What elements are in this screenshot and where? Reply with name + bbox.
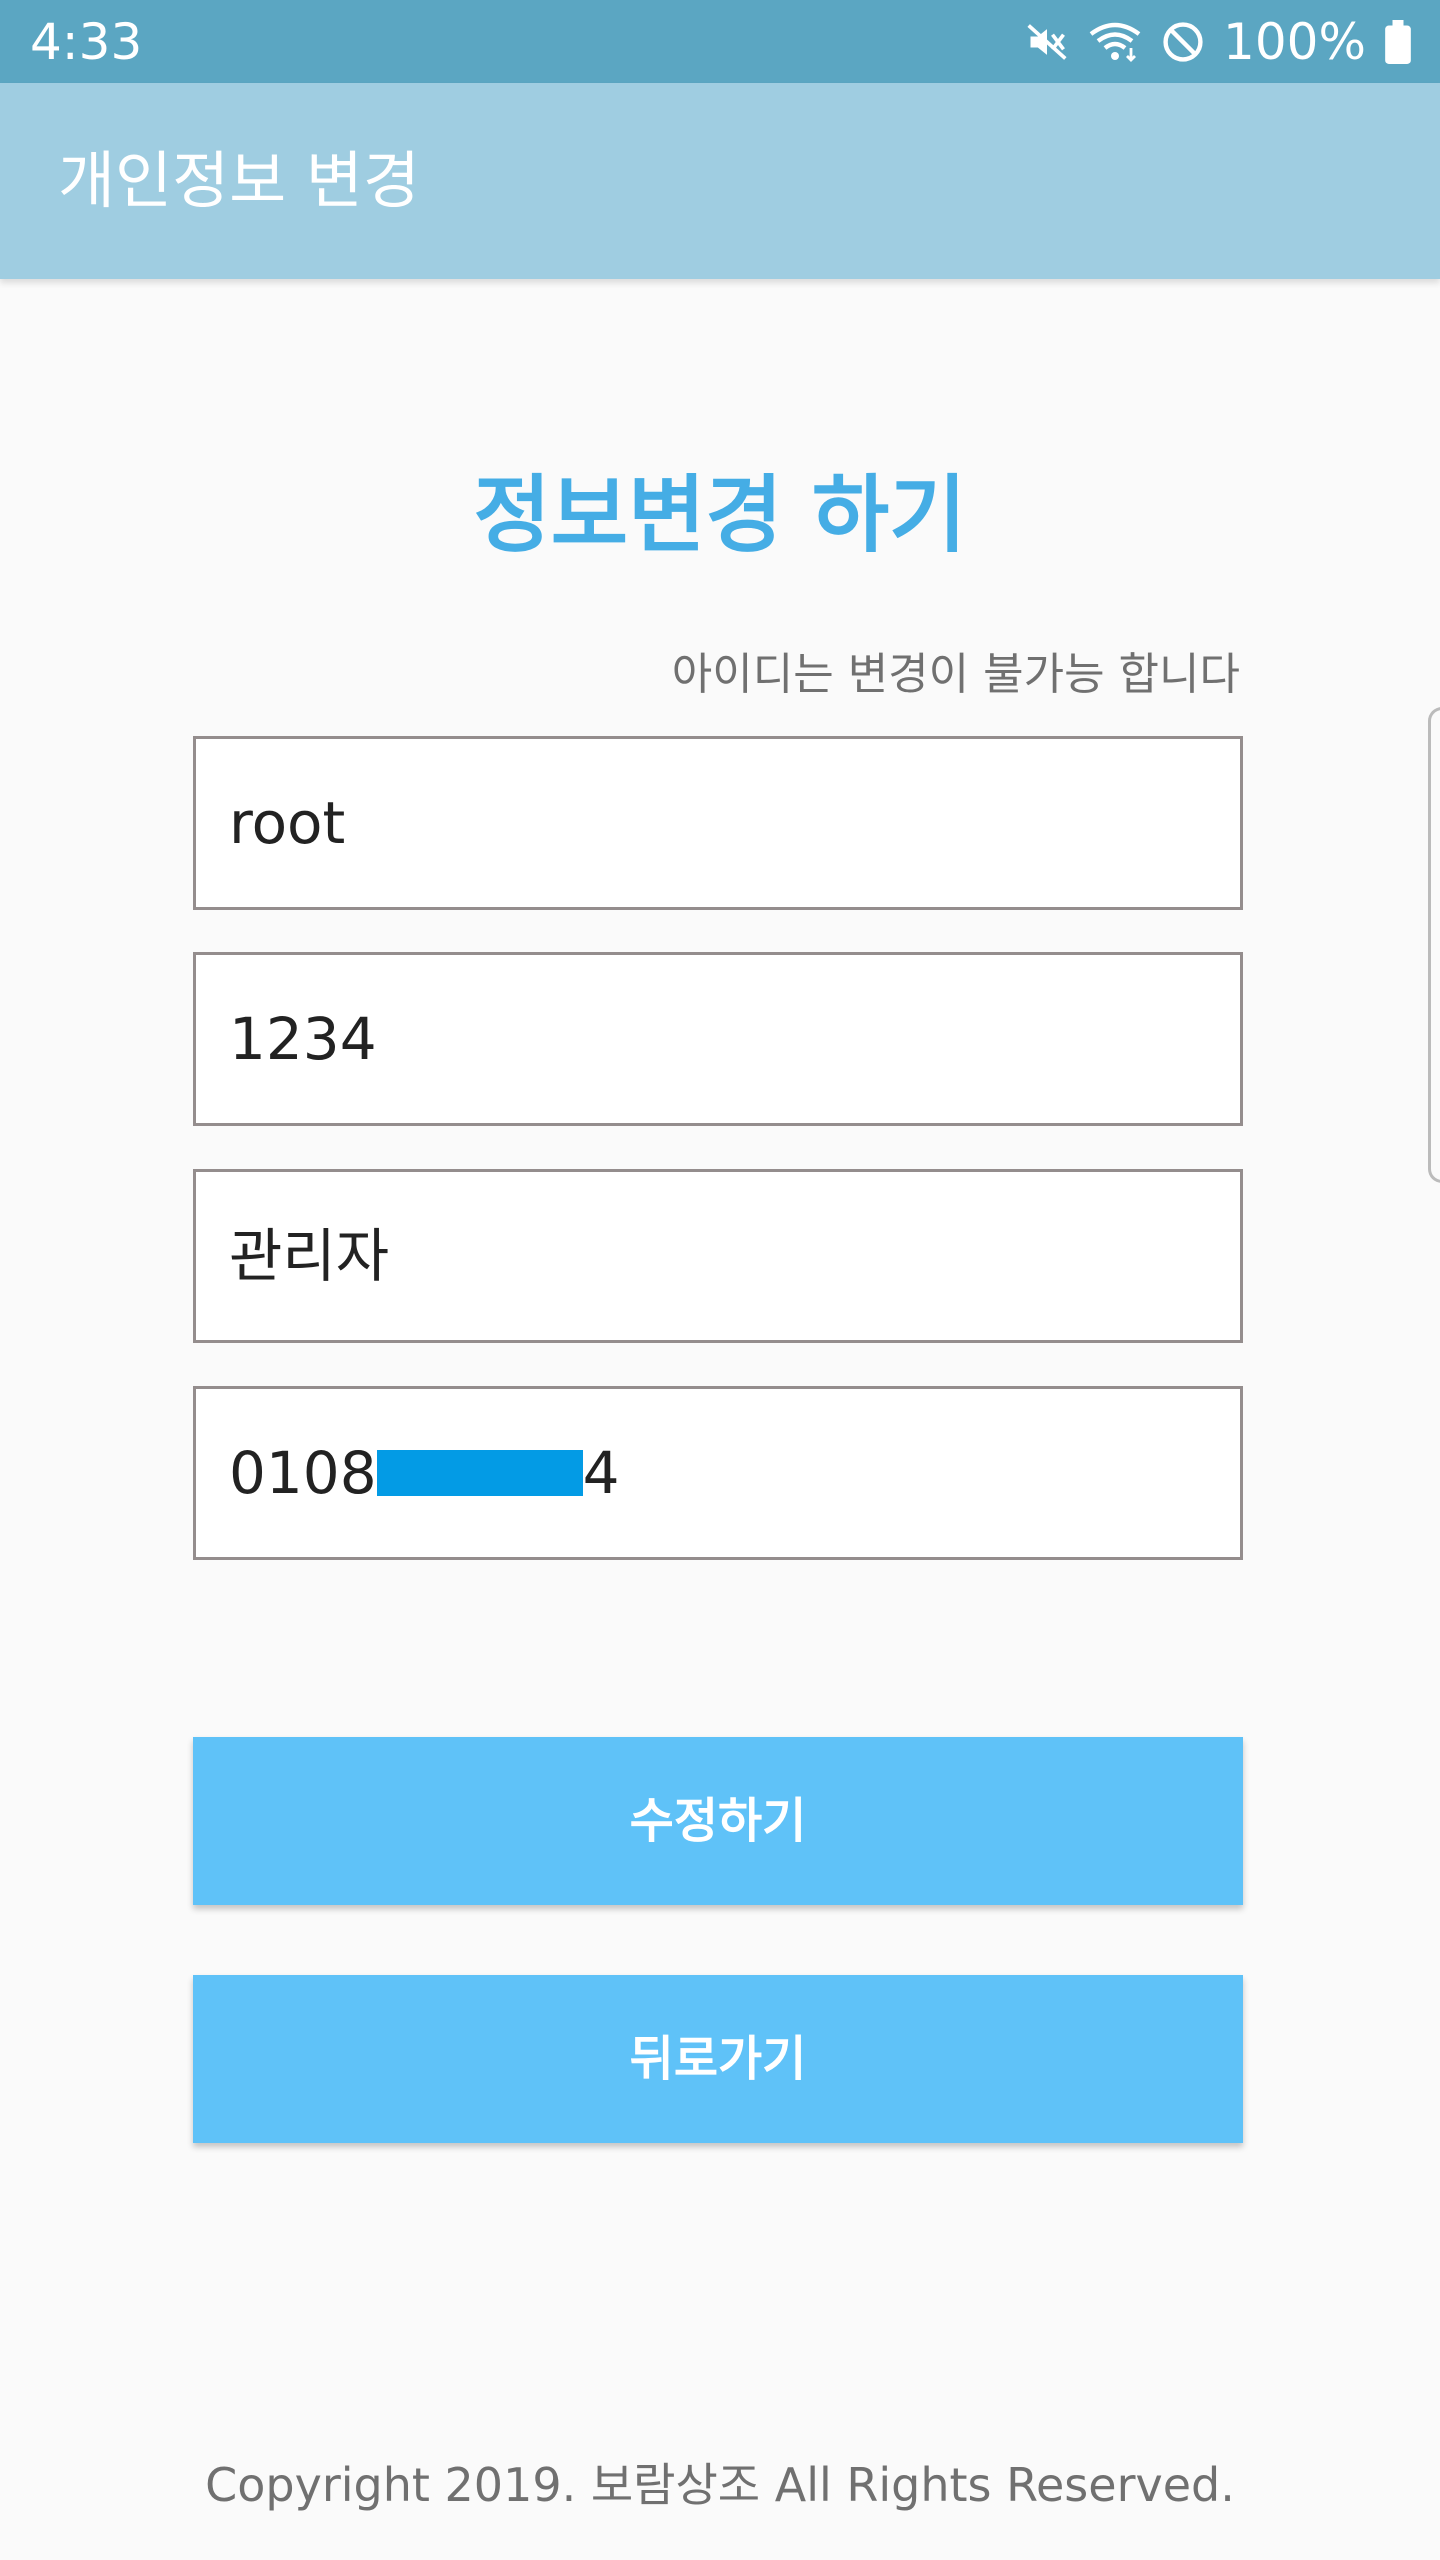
id-value: root: [229, 789, 346, 857]
edge-panel-handle[interactable]: [1428, 707, 1440, 1183]
save-button[interactable]: 수정하기: [193, 1737, 1243, 1905]
wifi-icon: [1087, 20, 1143, 64]
battery-percentage: 100%: [1223, 13, 1366, 71]
battery-icon: [1384, 20, 1412, 64]
status-time: 4:33: [30, 13, 143, 71]
phone-prefix: 0108: [229, 1439, 377, 1507]
id-change-notice: 아이디는 변경이 불가능 합니다: [671, 649, 1240, 700]
page-title: 개인정보 변경: [58, 144, 420, 217]
footer-copyright: Copyright 2019. 보람상조 All Rights Reserved…: [205, 2458, 1235, 2512]
status-icons: 100%: [1025, 12, 1412, 72]
redaction-bar: [376, 1450, 583, 1496]
do-not-disturb-icon: [1161, 20, 1205, 64]
id-field[interactable]: root: [193, 736, 1243, 910]
password-field[interactable]: 1234: [193, 952, 1243, 1126]
password-value: 1234: [229, 1005, 377, 1073]
name-value: 관리자: [229, 1222, 390, 1290]
app-bar: 개인정보 변경: [0, 83, 1440, 279]
back-button[interactable]: 뒤로가기: [193, 1975, 1243, 2143]
name-field[interactable]: 관리자: [193, 1169, 1243, 1343]
status-bar: 4:33 100%: [0, 0, 1440, 83]
mute-icon: [1025, 20, 1069, 64]
phone-suffix: 4: [582, 1439, 620, 1507]
form-heading: 정보변경 하기: [473, 466, 967, 564]
phone-value: 0108 4: [229, 1389, 620, 1557]
phone-field[interactable]: 0108 4: [193, 1386, 1243, 1560]
